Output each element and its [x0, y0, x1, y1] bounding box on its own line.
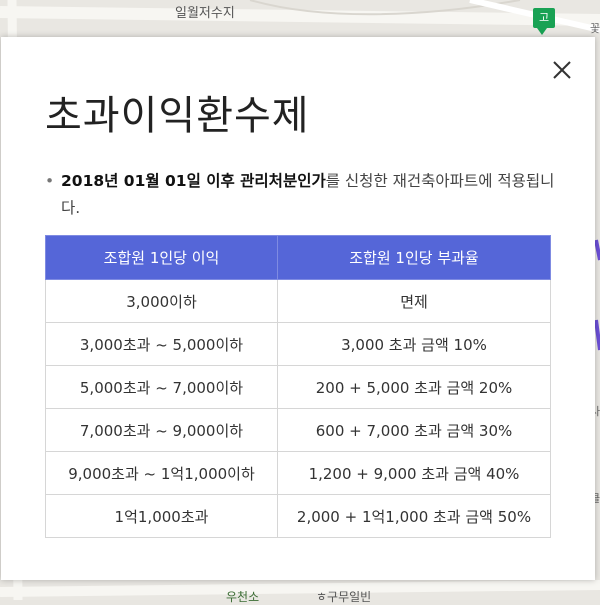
rate-cell: 200 + 5,000 초과 금액 20%	[277, 365, 551, 409]
table-header-row: 조합원 1인당 이익 조합원 1인당 부과율	[45, 235, 551, 280]
profit-cell: 1억1,000초과	[45, 494, 278, 538]
map-edge-label: 꽃	[590, 22, 600, 35]
rate-cell: 면제	[277, 279, 551, 323]
map-place-label[interactable]: 우천소	[226, 588, 259, 605]
profit-cell: 9,000초과 ~ 1억1,000이하	[45, 451, 278, 495]
note-highlight: 2018년 01월 01일 이후 관리처분인가	[61, 172, 326, 190]
close-button[interactable]	[548, 56, 576, 84]
map-place-label[interactable]: ㅎ구무일빈	[316, 588, 371, 605]
profit-cell: 3,000초과 ~ 5,000이하	[45, 322, 278, 366]
map-marker-badge[interactable]: 고	[533, 8, 555, 35]
table-row: 5,000초과 ~ 7,000이하 200 + 5,000 초과 금액 20%	[45, 365, 551, 409]
column-header-rate: 조합원 1인당 부과율	[277, 235, 551, 280]
info-modal: 초과이익환수제 • 2018년 01월 01일 이후 관리처분인가를 신청한 재…	[1, 37, 595, 580]
profit-cell: 5,000초과 ~ 7,000이하	[45, 365, 278, 409]
policy-note: • 2018년 01월 01일 이후 관리처분인가를 신청한 재건축아파트에 적…	[45, 168, 571, 222]
modal-title: 초과이익환수제	[45, 93, 310, 139]
profit-cell: 3,000이하	[45, 279, 278, 323]
table-row: 3,000초과 ~ 5,000이하 3,000 초과 금액 10%	[45, 322, 551, 366]
table-row: 1억1,000초과 2,000 + 1억1,000 초과 금액 50%	[45, 494, 551, 538]
rate-cell: 1,200 + 9,000 초과 금액 40%	[277, 451, 551, 495]
close-icon	[553, 61, 571, 79]
rate-cell: 3,000 초과 금액 10%	[277, 322, 551, 366]
tax-rate-table: 조합원 1인당 이익 조합원 1인당 부과율 3,000이하 면제 3,000초…	[45, 235, 551, 538]
rate-cell: 2,000 + 1억1,000 초과 금액 50%	[277, 494, 551, 538]
table-row: 3,000이하 면제	[45, 279, 551, 323]
map-place-label[interactable]: 일월저수지	[175, 2, 235, 21]
table-row: 7,000초과 ~ 9,000이하 600 + 7,000 초과 금액 30%	[45, 408, 551, 452]
tax-rate-table-container: 조합원 1인당 이익 조합원 1인당 부과율 3,000이하 면제 3,000초…	[45, 235, 551, 538]
bullet-icon: •	[45, 172, 55, 190]
rate-cell: 600 + 7,000 초과 금액 30%	[277, 408, 551, 452]
table-row: 9,000초과 ~ 1억1,000이하 1,200 + 9,000 초과 금액 …	[45, 451, 551, 495]
column-header-profit: 조합원 1인당 이익	[45, 235, 278, 280]
profit-cell: 7,000초과 ~ 9,000이하	[45, 408, 278, 452]
